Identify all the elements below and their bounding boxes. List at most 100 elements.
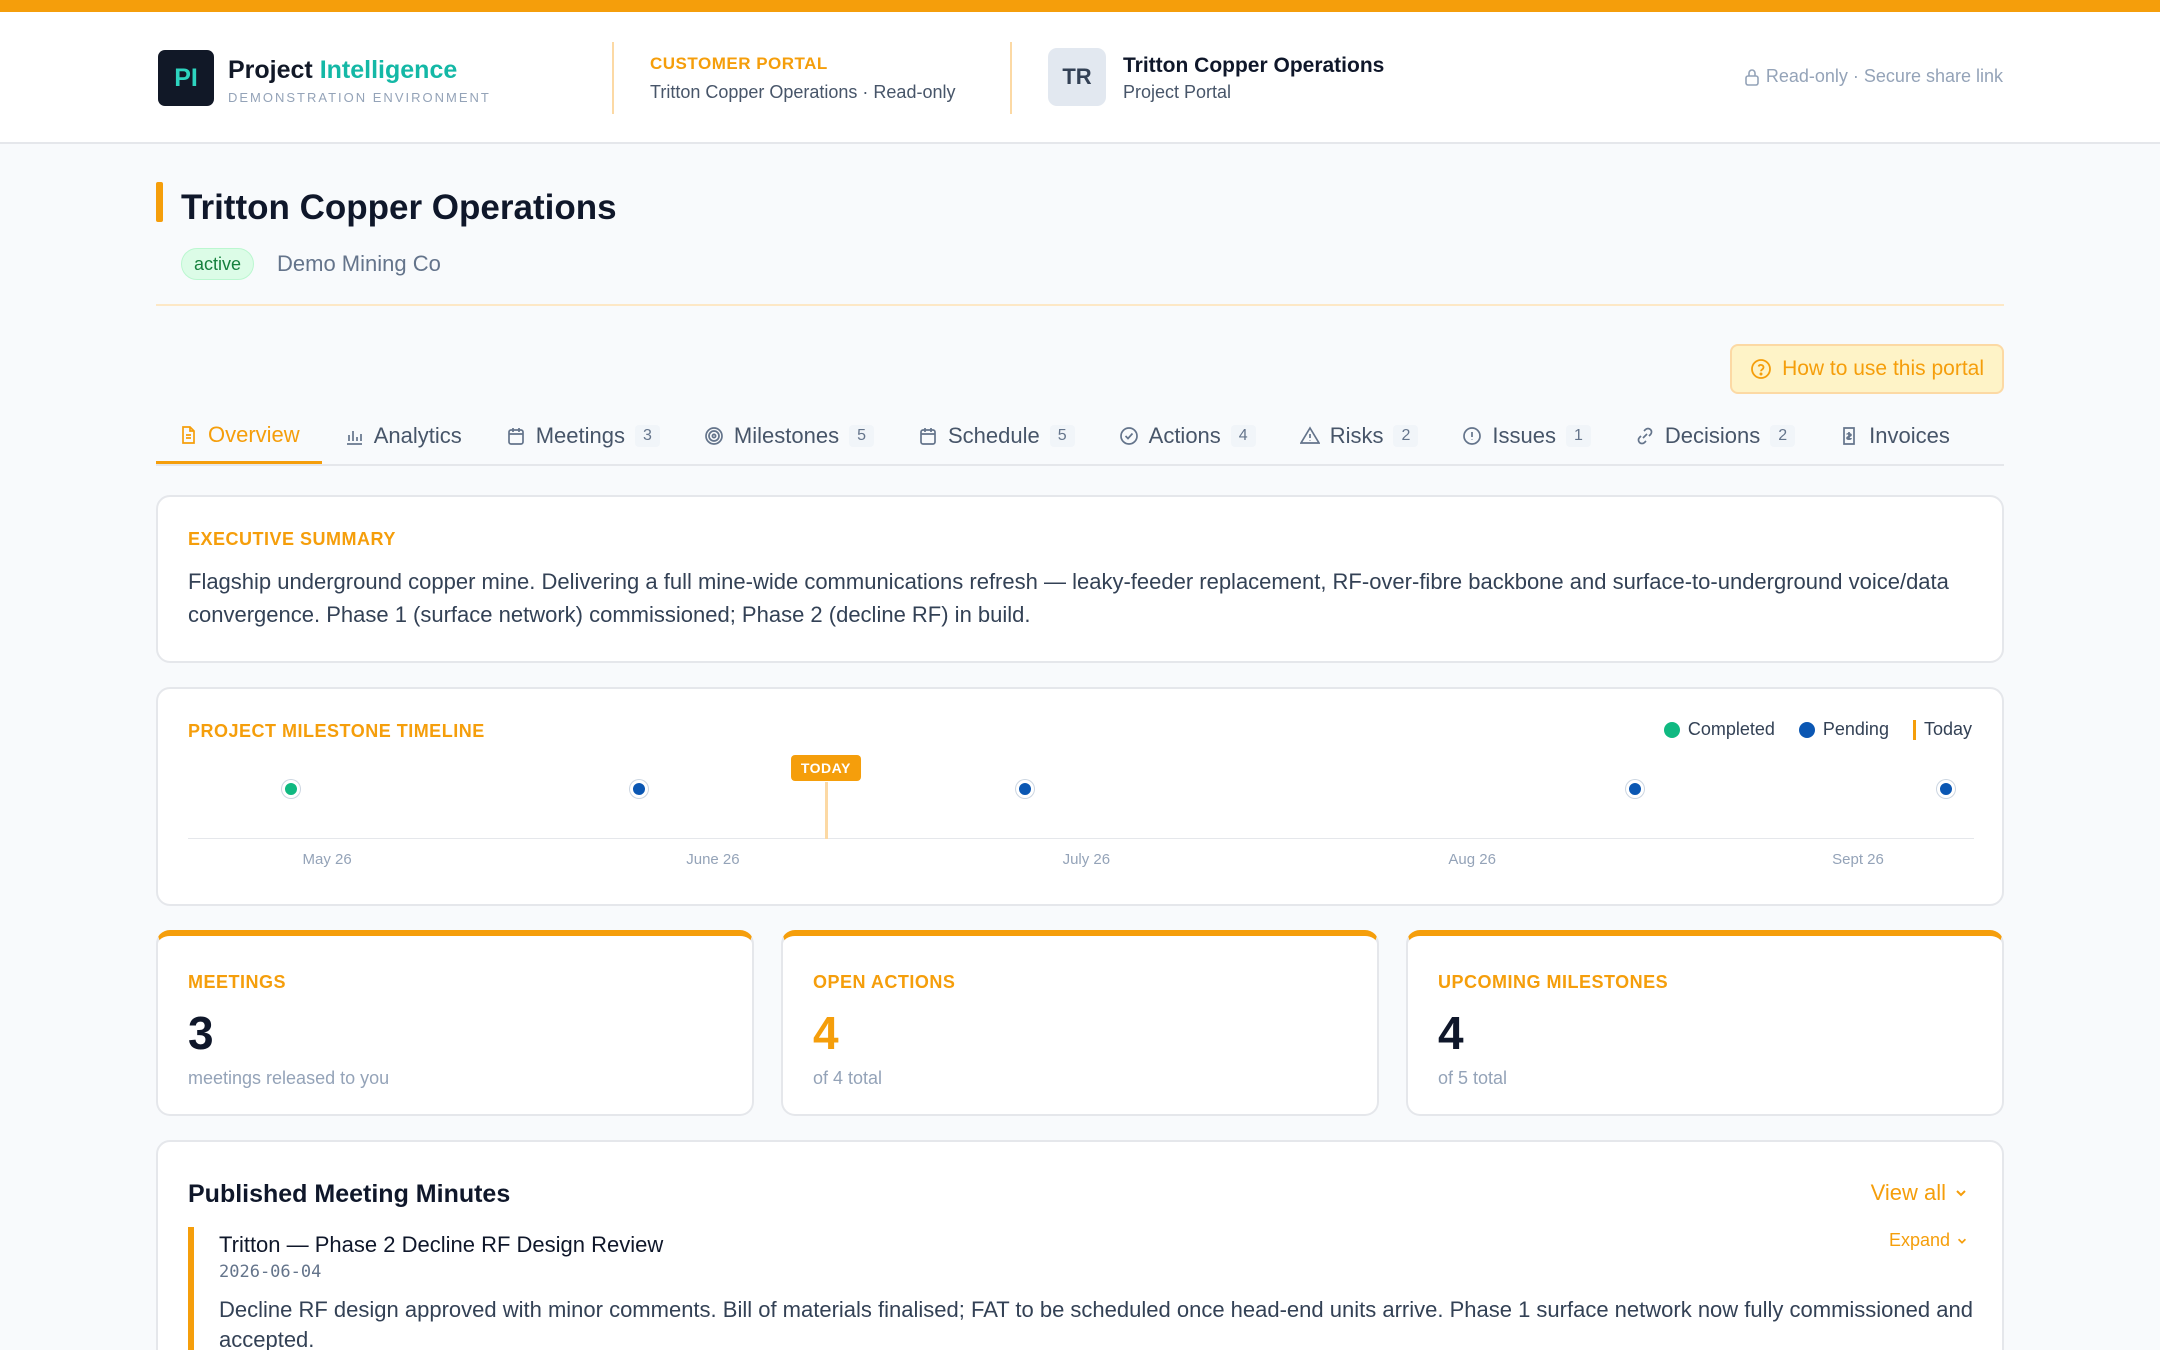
tab-meetings[interactable]: Meetings 3 xyxy=(484,408,682,464)
summary-text: Flagship underground copper mine. Delive… xyxy=(188,569,1949,627)
tab-count-badge: 2 xyxy=(1770,425,1796,447)
page-title: Tritton Copper Operations xyxy=(181,188,617,227)
chevron-down-icon xyxy=(1956,1190,1966,1197)
stat-value: 3 xyxy=(188,1007,214,1059)
access-label: Read-only · Secure share link xyxy=(1765,66,2003,86)
client-name: Demo Mining Co xyxy=(277,251,441,276)
tab-invoices[interactable]: Invoices xyxy=(1817,408,1972,464)
chevron-down-icon xyxy=(1957,1238,1967,1244)
tab-count-badge: 5 xyxy=(1049,425,1075,447)
top-accent-bar xyxy=(0,0,2160,12)
pending-dot-icon xyxy=(1798,721,1815,738)
tab-count-badge: 2 xyxy=(1393,425,1419,447)
title-accent xyxy=(156,182,163,222)
stat-card-open-actions: OPEN ACTIONS 4 of 4 total xyxy=(781,930,1379,1116)
today-line-icon xyxy=(1912,719,1916,740)
customer-name: Tritton Copper Operations xyxy=(1123,54,1385,77)
view-all-label: View all xyxy=(1870,1180,1946,1205)
summary-label: EXECUTIVE SUMMARY xyxy=(188,529,396,549)
tab-decisions[interactable]: Decisions 2 xyxy=(1613,408,1817,464)
timeline-tick-label: Sept 26 xyxy=(1832,851,1884,868)
stat-card-upcoming-milestones: UPCOMING MILESTONES 4 of 5 total xyxy=(1406,930,2004,1116)
customer-avatar: TR xyxy=(1048,48,1106,106)
milestone-point-completed[interactable] xyxy=(281,780,300,798)
tab-bar: Overview Analytics Meetings 3 Milestones 5 Sch… xyxy=(156,408,2004,466)
app-header: PI Project Intelligence DEMONSTRATION EN… xyxy=(0,12,2160,144)
completed-dot-icon xyxy=(1663,721,1680,738)
stat-card-meetings: MEETINGS 3 meetings released to you xyxy=(156,930,754,1116)
tab-label: Issues xyxy=(1492,423,1556,448)
tab-label: Schedule xyxy=(947,423,1040,448)
stat-value: 4 xyxy=(813,1007,839,1059)
timeline-label: PROJECT MILESTONE TIMELINE xyxy=(188,721,485,741)
legend-pending-label: Pending xyxy=(1822,719,1889,739)
meeting-title: Tritton — Phase 2 Decline RF Design Revi… xyxy=(219,1232,664,1257)
calendar-icon xyxy=(507,428,524,445)
timeline-tick-label: July 26 xyxy=(1062,851,1111,868)
stat-subtext: meetings released to you xyxy=(188,1068,390,1088)
check-circle-icon xyxy=(1119,427,1138,445)
tab-actions[interactable]: Actions 4 xyxy=(1097,408,1278,464)
tab-schedule[interactable]: Schedule 5 xyxy=(896,408,1097,464)
calendar-icon xyxy=(920,428,936,445)
timeline-tick-label: May 26 xyxy=(302,851,352,868)
milestone-point-pending[interactable] xyxy=(630,780,649,798)
stat-label: UPCOMING MILESTONES xyxy=(1438,972,1669,992)
legend-today-label: Today xyxy=(1923,719,1972,739)
milestone-point-pending[interactable] xyxy=(1625,780,1644,798)
help-button[interactable]: How to use this portal xyxy=(1730,344,2004,394)
legend-today: Today xyxy=(1912,719,1972,740)
customer-subtitle: Project Portal xyxy=(1123,82,1232,102)
milestone-point-pending[interactable] xyxy=(1937,780,1955,798)
warning-triangle-icon xyxy=(1299,426,1320,444)
header-divider xyxy=(612,42,614,114)
stat-value: 4 xyxy=(1438,1007,1464,1059)
view-all-link[interactable]: View all xyxy=(1871,1180,1968,1206)
tab-count-badge: 4 xyxy=(1230,425,1256,447)
tab-overview[interactable]: Overview xyxy=(156,408,322,464)
legend-completed: Completed xyxy=(1663,719,1775,740)
brand-name: Project Intelligence xyxy=(228,56,457,85)
tab-label: Meetings xyxy=(535,423,626,448)
timeline-tick-label: Aug 26 xyxy=(1448,851,1496,868)
tab-label: Overview xyxy=(208,421,300,447)
meeting-summary: Decline RF design approved with minor co… xyxy=(219,1297,1973,1350)
timeline-tick-label: June 26 xyxy=(686,851,740,868)
milestone-timeline-card: PROJECT MILESTONE TIMELINE Completed Pen… xyxy=(156,687,2004,906)
stat-label: OPEN ACTIONS xyxy=(813,972,956,992)
document-icon xyxy=(182,425,195,444)
tab-issues[interactable]: Issues 1 xyxy=(1440,408,1613,464)
meeting-minutes-card: Published Meeting Minutes View all Tritt… xyxy=(156,1140,2004,1350)
meeting-accent-bar xyxy=(188,1227,194,1350)
header-divider xyxy=(1010,42,1012,114)
tab-label: Analytics xyxy=(373,423,462,448)
executive-summary-card: EXECUTIVE SUMMARY Flagship underground c… xyxy=(156,495,2004,663)
legend-pending: Pending xyxy=(1798,719,1889,740)
target-icon xyxy=(705,427,723,445)
help-button-label: How to use this portal xyxy=(1782,357,1984,380)
tab-milestones[interactable]: Milestones 5 xyxy=(682,408,896,464)
tab-count-badge: 3 xyxy=(635,425,660,447)
meeting-date: 2026-06-04 xyxy=(219,1262,322,1282)
tab-risks[interactable]: Risks 2 xyxy=(1278,408,1441,464)
timeline-legend: Completed Pending Today xyxy=(1663,719,1972,740)
tab-label: Milestones xyxy=(733,423,840,448)
alert-circle-icon xyxy=(1463,427,1482,445)
tab-count-badge: 1 xyxy=(1565,425,1591,447)
milestone-point-pending[interactable] xyxy=(1015,780,1034,798)
brand-name-accent: Intelligence xyxy=(319,56,458,84)
access-indicator: Read-only · Secure share link xyxy=(1744,66,2003,87)
tab-analytics[interactable]: Analytics xyxy=(322,408,484,464)
brand-name-prefix: Project xyxy=(228,56,313,84)
stat-subtext: of 5 total xyxy=(1438,1068,1508,1088)
expand-button[interactable]: Expand xyxy=(1889,1230,1968,1251)
tab-label: Invoices xyxy=(1869,423,1950,448)
invoice-icon xyxy=(1843,427,1856,445)
portal-label: CUSTOMER PORTAL xyxy=(650,54,828,73)
tab-count-badge: 5 xyxy=(849,425,874,447)
brand-logo: PI xyxy=(158,50,214,106)
minutes-title: Published Meeting Minutes xyxy=(188,1180,511,1208)
lock-icon xyxy=(1745,68,1759,86)
expand-label: Expand xyxy=(1888,1230,1950,1250)
help-circle-icon xyxy=(1751,359,1771,379)
